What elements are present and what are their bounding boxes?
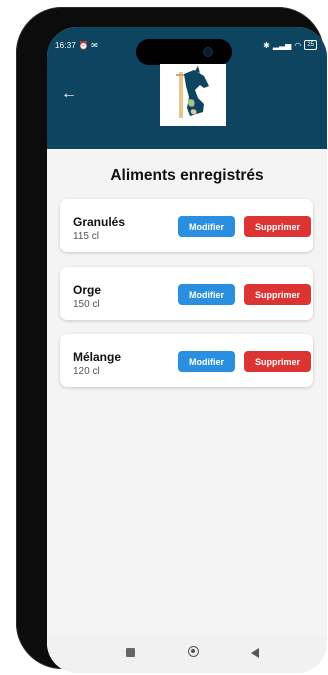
bluetooth-icon: ✱ — [263, 40, 270, 50]
page-title: Aliments enregistrés — [110, 167, 264, 184]
app-header: 16:37 ⏰ ✉ ✱ ▂▃▅ ◠ 25 ← — [47, 27, 327, 149]
food-item-quantity: 150 cl — [73, 299, 100, 310]
food-item-card: Orge 150 cl Modifier Supprimer — [60, 267, 313, 320]
home-dot — [191, 649, 195, 653]
signal-icon: ▂▃▅ — [272, 40, 292, 50]
food-item-card: Granulés 115 cl Modifier Supprimer — [60, 199, 313, 252]
nav-back-icon[interactable] — [251, 648, 259, 658]
home-icon[interactable] — [188, 646, 199, 657]
phone-frame: 16:37 ⏰ ✉ ✱ ▂▃▅ ◠ 25 ← Aliments enregist… — [16, 7, 327, 673]
camera-notch — [136, 39, 232, 65]
mail-icon: ✉ — [91, 41, 98, 50]
app-screen: 16:37 ⏰ ✉ ✱ ▂▃▅ ◠ 25 ← Aliments enregist… — [47, 27, 327, 673]
food-item-name: Mélange — [73, 350, 122, 364]
edit-button[interactable]: Modifier — [178, 216, 235, 237]
wifi-icon: ◠ — [294, 40, 302, 50]
delete-button[interactable]: Supprimer — [244, 351, 311, 372]
food-item-name: Orge — [73, 283, 102, 297]
food-item-quantity: 115 cl — [73, 231, 99, 242]
edit-button[interactable]: Modifier — [178, 351, 235, 372]
recent-apps-icon[interactable] — [126, 648, 135, 657]
delete-button[interactable]: Supprimer — [244, 284, 311, 305]
food-item-quantity: 120 cl — [73, 366, 100, 377]
edit-button[interactable]: Modifier — [178, 284, 235, 305]
food-item-card: Mélange 120 cl Modifier Supprimer — [60, 334, 313, 387]
status-time: 16:37 — [55, 41, 77, 50]
back-arrow-icon[interactable]: ← — [61, 86, 77, 102]
delete-button[interactable]: Supprimer — [244, 216, 311, 237]
horse-head-logo — [160, 64, 226, 126]
status-bar-right: ✱ ▂▃▅ ◠ 25 — [263, 40, 317, 50]
camera-icon — [204, 48, 212, 56]
food-item-name: Granulés — [73, 215, 126, 229]
alarm-clock-icon: ⏰ — [78, 41, 89, 50]
status-bar-left: 16:37 ⏰ ✉ — [55, 41, 98, 50]
logo-graphic — [176, 66, 209, 118]
system-nav-bar — [47, 635, 327, 673]
battery-icon: 25 — [304, 40, 317, 50]
